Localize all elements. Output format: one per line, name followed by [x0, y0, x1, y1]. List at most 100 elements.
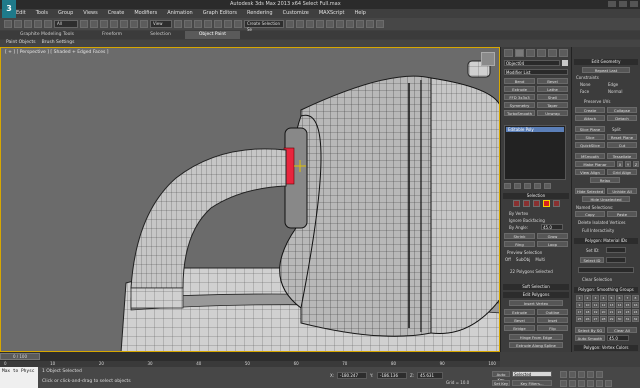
object-color-swatch[interactable] [562, 60, 568, 66]
grow-button[interactable]: Grow [537, 233, 568, 239]
subtab-brush-settings[interactable]: Brush Settings [42, 40, 75, 47]
smoothing-group-button[interactable]: 4 [600, 295, 607, 301]
perspective-viewport[interactable]: [ + ] [ Perspective ] [ Shaded + Edged F… [0, 47, 500, 352]
configure-sets-icon[interactable] [544, 183, 551, 189]
extrude-along-spline-button[interactable]: Extrude Along Spline [509, 342, 563, 348]
smoothing-group-button[interactable]: 14 [616, 302, 623, 308]
hide-selected-button[interactable]: Hide Selected [575, 188, 605, 194]
render-setup-icon[interactable] [356, 20, 364, 28]
edit-geometry-header[interactable]: Edit Geometry [574, 59, 638, 65]
move-icon[interactable] [120, 20, 128, 28]
go-to-end-icon[interactable] [596, 371, 603, 378]
tab-selection[interactable]: Selection [136, 31, 185, 39]
grid-align-button[interactable]: Grid Align [607, 169, 637, 175]
schematic-view-icon[interactable] [336, 20, 344, 28]
planar-z-button[interactable]: Z [633, 161, 639, 167]
select-id-field[interactable] [606, 257, 626, 263]
smoothing-group-button[interactable]: 20 [600, 309, 607, 315]
delete-isolated-checkbox[interactable]: Delete Isolated Vertices [578, 220, 625, 225]
reference-coordinate-dropdown[interactable]: View [150, 20, 172, 28]
smoothing-group-button[interactable]: 30 [616, 316, 623, 322]
flip-button[interactable]: Flip [537, 325, 568, 331]
bend-button[interactable]: Bend [504, 78, 535, 84]
smoothing-group-button[interactable]: 8 [632, 295, 639, 301]
auto-smooth-field[interactable]: 45.0 [607, 335, 629, 341]
go-to-start-icon[interactable] [560, 371, 567, 378]
play-icon[interactable] [578, 371, 585, 378]
smoothing-group-button[interactable]: 1 [576, 295, 583, 301]
named-selection-set-dropdown[interactable]: Create Selection Se [244, 20, 284, 32]
smoothing-group-button[interactable]: 25 [576, 316, 583, 322]
scale-icon[interactable] [140, 20, 148, 28]
manipulate-icon[interactable] [184, 20, 192, 28]
bind-icon[interactable] [44, 20, 52, 28]
select-by-name-icon[interactable] [90, 20, 98, 28]
edit-polygons-rollout-header[interactable]: Edit Polygons [503, 292, 569, 298]
make-unique-icon[interactable] [524, 183, 531, 189]
by-angle-field[interactable]: 45.0 [541, 224, 563, 230]
make-planar-button[interactable]: Make Planar [575, 161, 615, 167]
set-key-button[interactable]: Set Key [492, 380, 510, 386]
unwrap-button[interactable]: Unwrap [537, 110, 568, 116]
menu-edit[interactable]: Edit [16, 10, 26, 16]
render-icon[interactable] [376, 20, 384, 28]
vertex-colors-header[interactable]: Polygon: Vertex Colors [574, 345, 638, 351]
layer-manager-icon[interactable] [306, 20, 314, 28]
border-mode-icon[interactable] [533, 200, 540, 207]
app-logo-icon[interactable]: 3 [2, 0, 16, 18]
preserve-uvs-checkbox[interactable]: Preserve UVs [584, 99, 610, 104]
menu-modifiers[interactable]: Modifiers [134, 10, 157, 16]
display-tab-icon[interactable] [548, 49, 557, 57]
modifier-list-dropdown[interactable]: Modifier List [504, 69, 568, 75]
smoothing-group-button[interactable]: 18 [584, 309, 591, 315]
object-name-field[interactable]: Object04 [504, 60, 560, 66]
material-name-dropdown[interactable] [578, 267, 634, 273]
clear-all-button[interactable]: Clear All [607, 327, 637, 333]
create-tab-icon[interactable] [504, 49, 513, 57]
next-frame-icon[interactable] [587, 371, 594, 378]
smoothing-group-button[interactable]: 32 [632, 316, 639, 322]
material-editor-icon[interactable] [346, 20, 354, 28]
by-vertex-checkbox[interactable]: By Vertex [509, 211, 528, 216]
smoothing-group-button[interactable]: 15 [624, 302, 631, 308]
time-slider-handle[interactable]: 0 / 100 [0, 353, 40, 360]
rotate-icon[interactable] [130, 20, 138, 28]
maximize-icon[interactable] [619, 1, 627, 7]
link-icon[interactable] [24, 20, 32, 28]
menu-animation[interactable]: Animation [167, 10, 193, 16]
viewcube-icon[interactable] [481, 52, 495, 66]
bridge-button[interactable]: Bridge [504, 325, 535, 331]
smoothing-group-button[interactable]: 21 [608, 309, 615, 315]
repeat-last-button[interactable]: Repeat Last [582, 67, 630, 73]
select-icon[interactable] [80, 20, 88, 28]
edge-mode-icon[interactable] [523, 200, 530, 207]
tab-freeform[interactable]: Freeform [88, 31, 136, 39]
hinge-from-edge-button[interactable]: Hinge From Edge [509, 334, 563, 340]
extrude-modifier-button[interactable]: Extrude [504, 86, 535, 92]
extrude-button[interactable]: Extrude [504, 309, 535, 315]
ring-button[interactable]: Ring [504, 241, 535, 247]
snap-icon[interactable] [204, 20, 212, 28]
region-select-icon[interactable] [100, 20, 108, 28]
smoothing-group-button[interactable]: 9 [576, 302, 583, 308]
show-end-result-icon[interactable] [514, 183, 521, 189]
pin-stack-icon[interactable] [504, 183, 511, 189]
slice-button[interactable]: Slice [575, 134, 605, 140]
preview-subobj-radio[interactable]: SubObj [516, 257, 530, 262]
shell-button[interactable]: Shell [537, 94, 568, 100]
menu-views[interactable]: Views [83, 10, 97, 16]
smoothing-group-button[interactable]: 3 [592, 295, 599, 301]
full-interactivity-checkbox[interactable]: Full Interactivity [582, 228, 614, 233]
element-mode-icon[interactable] [553, 200, 560, 207]
subtab-paint-objects[interactable]: Paint Objects [6, 40, 36, 47]
vertex-mode-icon[interactable] [513, 200, 520, 207]
smoothing-group-button[interactable]: 31 [624, 316, 631, 322]
selection-rollout-header[interactable]: Selection [503, 193, 569, 199]
menu-maxscript[interactable]: MAXScript [319, 10, 345, 16]
stack-item-editable-poly[interactable]: Editable Poly [506, 127, 564, 132]
tessellate-button[interactable]: Tessellate [607, 153, 637, 159]
constraint-edge-radio[interactable]: Edge [608, 82, 618, 87]
attach-button[interactable]: Attach [575, 115, 605, 121]
turbosmooth-button[interactable]: TurboSmooth [504, 110, 535, 116]
lathe-button[interactable]: Lathe [537, 86, 568, 92]
